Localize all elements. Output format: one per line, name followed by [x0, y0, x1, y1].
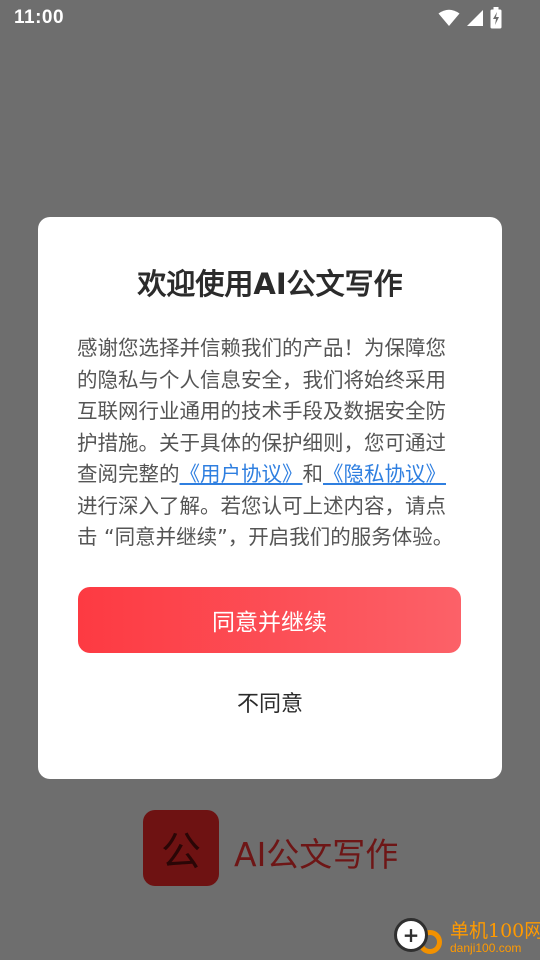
dialog-body-text-2: 和 — [302, 462, 324, 486]
cell-signal-icon — [467, 10, 483, 26]
disagree-button[interactable]: 不同意 — [170, 677, 370, 727]
watermark-brand: 单机100网 — [450, 920, 540, 942]
agree-button[interactable]: 同意并继续 — [78, 587, 461, 653]
status-time: 11:00 — [14, 7, 65, 28]
privacy-dialog: 欢迎使用AI公文写作 感谢您选择并信赖我们的产品！为保障您的隐私与个人信息安全，… — [38, 217, 502, 779]
watermark-plus-icon: + — [394, 918, 428, 952]
wifi-icon — [438, 9, 460, 26]
splash-branding: 公 AI公文写作 — [0, 808, 540, 888]
dialog-body-text-3: 进行深入了解。若您认可上述内容，请点击 “同意并继续”，开启我们的服务体验。 — [77, 493, 454, 550]
privacy-agreement-link[interactable]: 《隐私协议》 — [323, 462, 446, 486]
watermark-url: danji100.com — [450, 941, 522, 955]
user-agreement-link[interactable]: 《用户协议》 — [180, 462, 303, 486]
app-name: AI公文写作 — [234, 835, 399, 874]
dialog-title: 欢迎使用AI公文写作 — [137, 267, 403, 301]
dialog-body: 感谢您选择并信赖我们的产品！为保障您的隐私与个人信息安全，我们将始终采用互联网行… — [77, 333, 465, 554]
status-bar: 11:00 — [0, 0, 540, 36]
battery-charging-icon — [490, 7, 502, 29]
watermark: + 单机100网 danji100.com — [392, 910, 540, 960]
app-logo: 公 — [143, 810, 219, 886]
status-icons — [438, 6, 502, 30]
